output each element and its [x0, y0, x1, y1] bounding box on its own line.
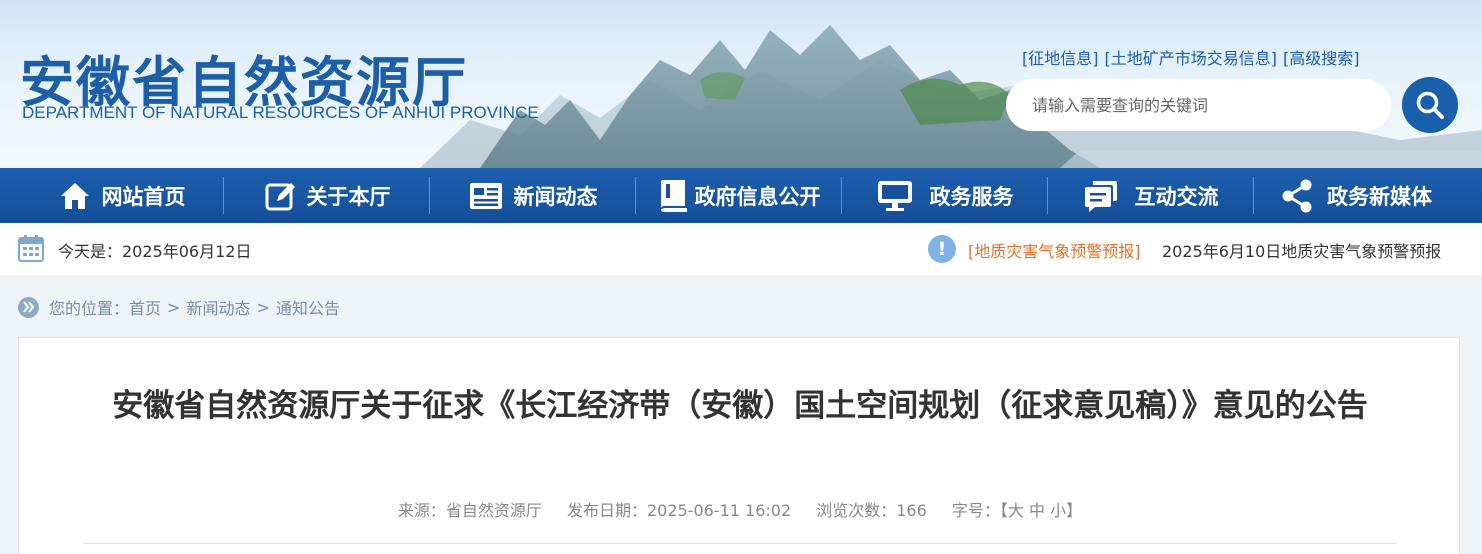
breadcrumb-notices[interactable]: 通知公告 — [276, 295, 340, 319]
article-card: 安徽省自然资源厅关于征求《长江经济带（安徽）国土空间规划（征求意见稿）》意见的公… — [18, 337, 1460, 554]
home-icon — [60, 182, 89, 209]
article-source: 来源：省自然资源厅 — [397, 501, 542, 520]
top-link-market-trading[interactable]: [土地矿产市场交易信息] — [1105, 49, 1278, 68]
nav-item-label: 网站首页 — [101, 184, 186, 209]
top-links: [征地信息] [土地矿产市场交易信息] [高级搜索] — [1022, 45, 1366, 69]
search-icon — [1416, 91, 1444, 119]
info-bar: 今天是：2025年06月12日 ! [地质灾害气象预警预报] 2025年6月10… — [0, 223, 1482, 275]
chevron-double-right-icon — [18, 296, 39, 318]
nav-item-gov-info[interactable]: 政府信息公开 — [636, 168, 841, 223]
alert-headline-link[interactable]: 2025年6月10日地质灾害气象预警预报 — [1162, 238, 1441, 262]
top-link-advanced-search[interactable]: [高级搜索] — [1283, 49, 1360, 68]
site-logo-subtitle: DEPARTMENT OF NATURAL RESOURCES OF ANHUI… — [22, 103, 539, 122]
main-nav: 网站首页 关于本厅 新闻动态 政府信息公开 政务服务 互动交流 政务新媒体 — [0, 168, 1482, 223]
nav-item-label: 新闻动态 — [513, 184, 598, 209]
breadcrumb-news[interactable]: 新闻动态 — [186, 295, 250, 319]
nav-item-services[interactable]: 政务服务 — [842, 168, 1047, 223]
font-size-large[interactable]: 大 — [1008, 501, 1024, 520]
article-meta: 来源：省自然资源厅 发布日期：2025-06-11 16:02 浏览次数：166… — [19, 497, 1461, 521]
monitor-icon — [877, 180, 912, 211]
article-title: 安徽省自然资源厅关于征求《长江经济带（安徽）国土空间规划（征求意见稿）》意见的公… — [112, 388, 1368, 424]
search-button[interactable] — [1402, 77, 1458, 133]
breadcrumb-home[interactable]: 首页 — [129, 295, 161, 319]
nav-item-home[interactable]: 网站首页 — [20, 168, 223, 223]
font-size-label: 字号： — [951, 501, 1000, 520]
nav-item-label: 互动交流 — [1134, 184, 1219, 209]
nav-item-news[interactable]: 新闻动态 — [430, 168, 635, 223]
font-size-medium[interactable]: 中 — [1029, 501, 1045, 520]
search-input[interactable] — [1032, 95, 1362, 115]
font-size-bracket-close: 】 — [1066, 501, 1083, 520]
breadcrumb: 您的位置： 首页 > 新闻动态 > 通知公告 — [18, 295, 340, 319]
nav-item-label: 关于本厅 — [306, 184, 391, 209]
search-box — [1006, 79, 1391, 131]
breadcrumb-prefix: 您的位置： — [49, 299, 130, 318]
nav-item-new-media[interactable]: 政务新媒体 — [1254, 168, 1459, 223]
share-icon — [1282, 179, 1312, 212]
top-link-land-acquisition[interactable]: [征地信息] — [1022, 49, 1099, 68]
book-icon — [660, 179, 687, 212]
meta-divider — [83, 543, 1397, 544]
nav-item-interaction[interactable]: 互动交流 — [1048, 168, 1253, 223]
today-date: 今天是：2025年06月12日 — [58, 242, 252, 261]
article-view-count: 浏览次数：166 — [816, 501, 927, 520]
calendar-icon — [18, 235, 44, 262]
news-icon — [469, 182, 502, 209]
nav-item-label: 政务服务 — [929, 184, 1014, 209]
nav-item-label: 政务新媒体 — [1327, 184, 1432, 209]
nav-item-label: 政府信息公开 — [694, 184, 821, 209]
chat-icon — [1084, 180, 1117, 212]
edit-icon — [265, 182, 295, 210]
alert-category-link[interactable]: [地质灾害气象预警预报] — [968, 238, 1141, 262]
header-banner: 安徽省自然资源厅 DEPARTMENT OF NATURAL RESOURCES… — [0, 0, 1482, 168]
article-publish-date: 发布日期：2025-06-11 16:02 — [566, 501, 792, 520]
font-size-bracket-open: 【 — [999, 501, 1008, 520]
breadcrumb-separator: > — [167, 297, 181, 317]
alert-icon: ! — [928, 235, 956, 263]
breadcrumb-separator: > — [256, 297, 270, 317]
nav-item-about[interactable]: 关于本厅 — [224, 168, 429, 223]
font-size-small[interactable]: 小 — [1050, 501, 1066, 520]
